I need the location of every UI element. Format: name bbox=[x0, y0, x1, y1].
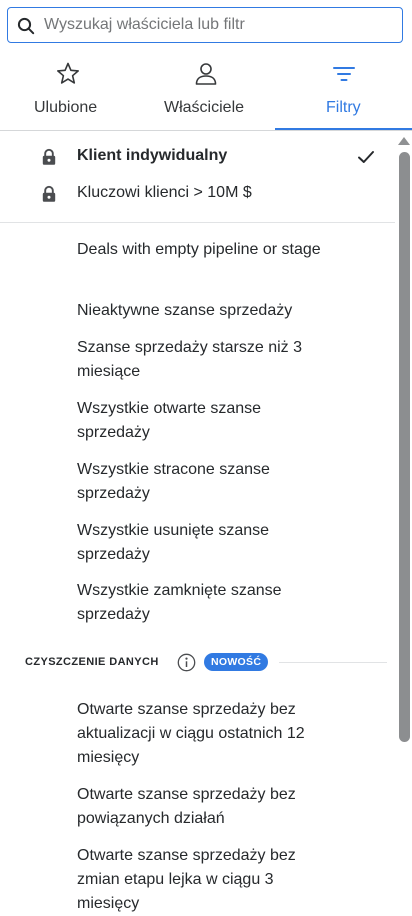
tab-owners[interactable]: Właściciele bbox=[137, 50, 275, 130]
scrollbar-thumb[interactable] bbox=[399, 152, 410, 742]
filter-item[interactable]: Wszystkie stracone szanse sprzedaży bbox=[77, 458, 337, 506]
filter-icon bbox=[333, 67, 355, 81]
new-badge: NOWOŚĆ bbox=[204, 653, 269, 671]
filter-item[interactable]: Nieaktywne szanse sprzedaży bbox=[77, 299, 337, 323]
divider bbox=[0, 222, 395, 223]
tab-favorites[interactable]: Ulubione bbox=[0, 50, 137, 130]
filter-item[interactable]: Deals with empty pipeline or stage bbox=[77, 238, 337, 262]
person-icon bbox=[195, 63, 217, 85]
section-title: CZYSZCZENIE DANYCH bbox=[25, 656, 159, 668]
search-box[interactable] bbox=[7, 7, 403, 43]
info-icon[interactable] bbox=[177, 653, 196, 672]
filter-item[interactable]: Szanse sprzedaży starsze niż 3 miesiące bbox=[77, 336, 337, 384]
lock-icon bbox=[42, 148, 56, 165]
search-input[interactable] bbox=[44, 13, 394, 37]
tab-favorites-label: Ulubione bbox=[34, 99, 98, 116]
filter-item[interactable]: Otwarte szanse sprzedaży bez aktualizacj… bbox=[77, 698, 337, 770]
tab-filters-label: Filtry bbox=[326, 99, 361, 116]
tab-filters[interactable]: Filtry bbox=[275, 50, 412, 130]
locked-filter-label: Klient indywidualny bbox=[77, 147, 228, 164]
checkmark-icon bbox=[358, 151, 374, 163]
section-divider bbox=[279, 662, 387, 663]
filter-item[interactable]: Wszystkie usunięte szanse sprzedaży bbox=[77, 519, 337, 567]
tab-bar: Ulubione Właściciele Filtry bbox=[0, 50, 412, 131]
star-icon bbox=[57, 62, 79, 84]
lock-icon bbox=[42, 185, 56, 202]
filter-item[interactable]: Otwarte szanse sprzedaży bez zmian etapu… bbox=[77, 844, 337, 916]
filter-item[interactable]: Wszystkie zamknięte szanse sprzedaży bbox=[77, 579, 337, 627]
active-tab-indicator bbox=[275, 128, 412, 130]
tab-owners-label: Właściciele bbox=[164, 99, 245, 116]
locked-filter-item[interactable]: Kluczowi klienci > 10M $ bbox=[0, 176, 395, 212]
section-header-data-cleanup: CZYSZCZENIE DANYCH NOWOŚĆ bbox=[0, 651, 395, 675]
filter-list: Klient indywidualny Kluczowi klienci > 1… bbox=[0, 131, 395, 913]
filter-item[interactable]: Wszystkie otwarte szanse sprzedaży bbox=[77, 397, 337, 445]
scroll-up-arrow[interactable] bbox=[398, 137, 410, 145]
search-icon bbox=[17, 17, 35, 35]
locked-filter-label: Kluczowi klienci > 10M $ bbox=[77, 184, 252, 201]
locked-filter-item[interactable]: Klient indywidualny bbox=[0, 139, 395, 175]
filter-item[interactable]: Otwarte szanse sprzedaży bez powiązanych… bbox=[77, 783, 337, 831]
